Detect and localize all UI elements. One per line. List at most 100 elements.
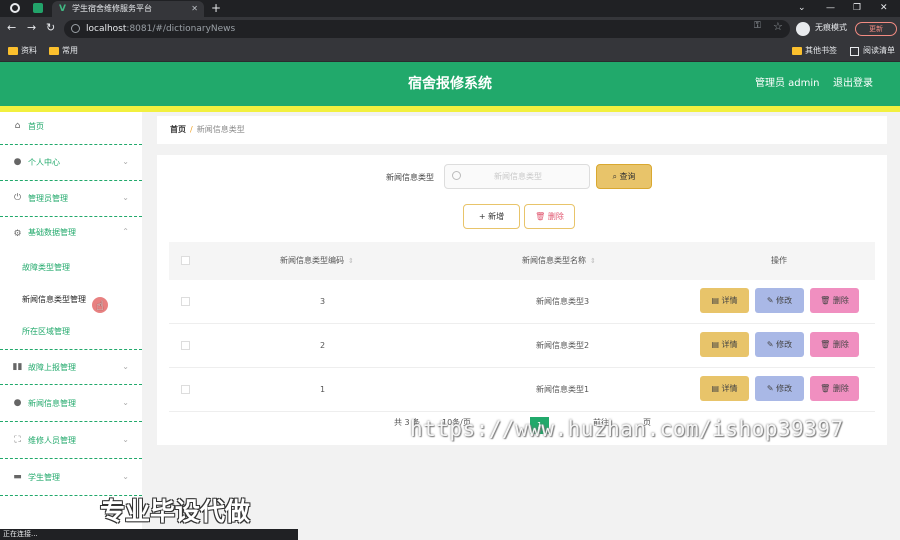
- batch-delete-button[interactable]: 🗑 删除: [524, 204, 575, 229]
- current-user: 管理员 admin: [755, 78, 820, 89]
- reload-icon[interactable]: ↻: [46, 21, 55, 34]
- sidebar-item-label: 学生管理: [28, 473, 60, 482]
- delete-button[interactable]: 🗑 删除: [810, 332, 859, 357]
- query-button[interactable]: ⌕ 查询: [596, 164, 652, 189]
- sort-icon: ⇕: [348, 257, 354, 265]
- submenu-area[interactable]: 所在区域管理: [22, 326, 70, 337]
- trash-icon: 🗑: [535, 212, 548, 221]
- row-checkbox[interactable]: [181, 297, 190, 306]
- plus-icon: +: [478, 212, 489, 221]
- search-label: 新闻信息类型: [386, 173, 434, 182]
- sidebar-item-label: 首页: [28, 122, 44, 131]
- reading-list[interactable]: 阅读清单: [850, 45, 895, 57]
- browser-profile-icon[interactable]: [10, 3, 20, 13]
- bookmark-star-icon[interactable]: ☆: [773, 20, 783, 33]
- update-button[interactable]: 更新: [855, 22, 897, 36]
- settings-icon: ⚙: [13, 229, 22, 239]
- back-icon[interactable]: ←: [7, 21, 16, 34]
- submenu-news-type[interactable]: 新闻信息类型管理: [22, 294, 86, 305]
- table-row: 3 新闻信息类型3 ▤ 详情 ✎ 修改 🗑 删除: [169, 280, 875, 324]
- search-placeholder: 新闻信息类型: [494, 172, 542, 181]
- row-checkbox[interactable]: [181, 341, 190, 350]
- document-icon: ▤: [711, 296, 722, 305]
- bag-icon: ▬: [13, 472, 22, 482]
- logout-link[interactable]: 退出登录: [833, 62, 873, 106]
- key-icon[interactable]: ⚿: [754, 21, 761, 31]
- restore-icon[interactable]: ❐: [853, 0, 861, 16]
- chevron-down-icon: ⌄: [122, 435, 129, 444]
- sidebar-item-base-data[interactable]: ⚙ 基础数据管理 ⌃: [0, 217, 142, 248]
- pencil-icon: ✎: [766, 296, 777, 305]
- chevron-down-icon: ⌄: [122, 157, 129, 166]
- sidebar-item-repair-staff[interactable]: ⛶ 维修人员管理 ⌄: [0, 423, 142, 459]
- column-header-code[interactable]: 新闻信息类型编码 ⇕: [280, 242, 354, 280]
- sidebar-item-label: 新闻信息管理: [28, 399, 76, 408]
- search-icon: ⌕: [612, 172, 620, 181]
- sidebar-item-admin[interactable]: ⏻ 管理员管理 ⌄: [0, 181, 142, 217]
- folder-icon: [792, 47, 802, 55]
- cell-code: 1: [320, 385, 326, 394]
- close-tab-icon[interactable]: ✕: [191, 1, 198, 17]
- user-icon: ●: [13, 157, 22, 167]
- sidebar-item-fault-report[interactable]: ▮▮ 故障上报管理 ⌄: [0, 349, 142, 385]
- select-all-checkbox[interactable]: [181, 256, 190, 265]
- site-info-icon[interactable]: [71, 24, 80, 33]
- edit-button[interactable]: ✎ 修改: [755, 332, 804, 357]
- other-bookmarks[interactable]: 其他书签: [792, 45, 837, 57]
- url-field[interactable]: localhost:8081/#/dictionaryNews: [64, 20, 790, 38]
- delete-button[interactable]: 🗑 删除: [810, 288, 859, 313]
- trash-icon: 🗑: [820, 296, 833, 305]
- minimize-icon[interactable]: —: [826, 0, 835, 16]
- folder-icon: [49, 47, 59, 55]
- edit-button[interactable]: ✎ 修改: [755, 376, 804, 401]
- sidebar-item-label: 故障上报管理: [28, 363, 76, 372]
- vue-favicon-icon: V: [59, 4, 66, 14]
- pencil-icon: ✎: [766, 384, 777, 393]
- forward-icon[interactable]: →: [27, 21, 36, 34]
- add-button[interactable]: + 新增: [463, 204, 520, 229]
- watermark-text: https://www.huzhan.com/ishop39397: [410, 417, 844, 441]
- chevron-down-icon: ⌄: [122, 472, 129, 481]
- chevron-down-icon: ⌄: [122, 362, 129, 371]
- new-tab-button[interactable]: +: [211, 0, 221, 16]
- chevron-up-icon: ⌃: [122, 227, 129, 236]
- breadcrumb-home[interactable]: 首页: [170, 125, 186, 134]
- detail-button[interactable]: ▤ 详情: [700, 376, 749, 401]
- table-header: 新闻信息类型编码 ⇕ 新闻信息类型名称 ⇕ 操作: [169, 242, 875, 280]
- browser-tab[interactable]: V 学生宿舍维修服务平台 ✕: [52, 1, 204, 17]
- sidebar-item-personal-center[interactable]: ● 个人中心 ⌄: [0, 145, 142, 181]
- home-icon: ⌂: [14, 121, 21, 131]
- cell-name: 新闻信息类型1: [536, 385, 590, 394]
- cell-code: 2: [320, 341, 326, 350]
- breadcrumb: 首页 / 新闻信息类型: [157, 116, 887, 144]
- hand-cursor-icon: ☝: [96, 299, 104, 314]
- promo-text: 专业毕设代做: [100, 497, 251, 526]
- app-header: 宿舍报修系统 管理员 admin 退出登录: [0, 62, 900, 106]
- detail-button[interactable]: ▤ 详情: [700, 288, 749, 313]
- sidebar-item-home[interactable]: ⌂ 首页: [0, 109, 142, 145]
- tab-title: 学生宿舍维修服务平台: [72, 4, 152, 13]
- edit-button[interactable]: ✎ 修改: [755, 288, 804, 313]
- sidebar-item-students[interactable]: ▬ 学生管理 ⌄: [0, 460, 142, 496]
- column-header-actions: 操作: [771, 256, 787, 265]
- bookmark-folder-1[interactable]: 资料: [8, 45, 37, 57]
- column-header-name[interactable]: 新闻信息类型名称 ⇕: [522, 242, 596, 280]
- frame-icon: ⛶: [14, 435, 21, 445]
- search-input[interactable]: 新闻信息类型: [444, 164, 590, 189]
- sidebar-item-label: 维修人员管理: [28, 436, 76, 445]
- sidebar-item-label: 管理员管理: [28, 194, 68, 203]
- row-checkbox[interactable]: [181, 385, 190, 394]
- bookmark-folder-2[interactable]: 常用: [49, 45, 78, 57]
- sidebar-item-news[interactable]: ● 新闻信息管理 ⌄: [0, 386, 142, 422]
- chevron-down-icon[interactable]: ⌄: [798, 0, 806, 16]
- detail-button[interactable]: ▤ 详情: [700, 332, 749, 357]
- pinned-tab-icon[interactable]: [33, 3, 43, 13]
- submenu-fault-type[interactable]: 故障类型管理: [22, 262, 70, 273]
- delete-button[interactable]: 🗑 删除: [810, 376, 859, 401]
- power-icon: ⏻: [13, 193, 22, 203]
- url-path: :8081/#/dictionaryNews: [126, 24, 236, 34]
- trash-icon: 🗑: [820, 340, 833, 349]
- sidebar-item-label: 基础数据管理: [28, 228, 76, 237]
- close-window-icon[interactable]: ✕: [880, 0, 888, 16]
- content-card: 新闻信息类型 新闻信息类型 ⌕ 查询 + 新增 🗑 删除 新闻信息类型编码 ⇕ 新…: [157, 155, 887, 445]
